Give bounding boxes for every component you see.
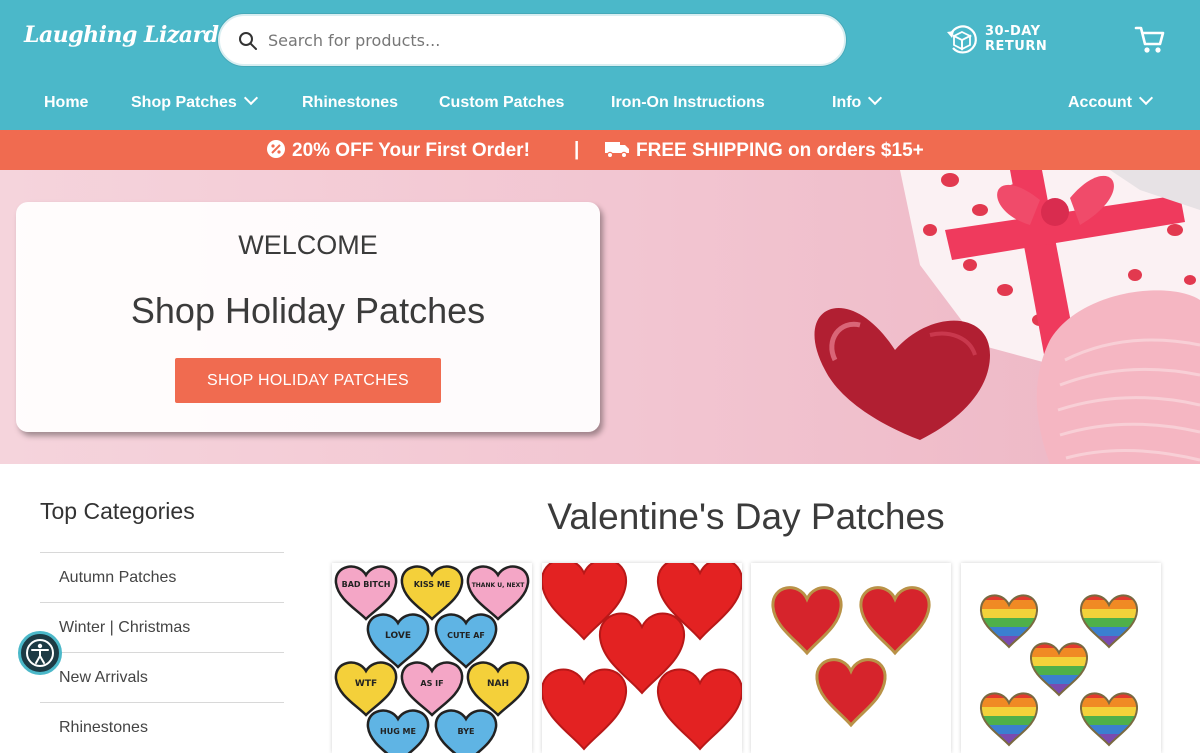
category-new-arrivals[interactable]: New Arrivals: [40, 652, 284, 702]
search-icon[interactable]: [238, 31, 258, 51]
product-card[interactable]: BAD BITCH KISS ME THANK U, NEXT LOVE CUT…: [332, 563, 532, 753]
return-policy-badge[interactable]: 30-DAY RETURN: [945, 22, 1047, 58]
return-policy-text: 30-DAY RETURN: [985, 24, 1047, 54]
returns-line-2: RETURN: [985, 39, 1048, 54]
nav-iron-on-instructions[interactable]: Iron-On Instructions: [611, 94, 765, 112]
nav-rhinestones[interactable]: Rhinestones: [302, 94, 398, 112]
search-input[interactable]: [268, 16, 828, 64]
nav-custom-patches-label: Custom Patches: [439, 94, 565, 111]
chevron-down-icon: [243, 90, 258, 106]
candy-heart-label: THANK U, NEXT: [472, 582, 526, 589]
product-card[interactable]: [961, 563, 1161, 753]
nav-account[interactable]: Account: [1068, 90, 1154, 112]
nav-home[interactable]: Home: [44, 94, 88, 112]
top-categories-title: Top Categories: [40, 498, 195, 524]
nav-info-label: Info: [832, 94, 862, 111]
chevron-down-icon: [1138, 90, 1154, 106]
accessibility-icon: [26, 639, 54, 667]
candy-heart-label: BAD BITCH: [342, 580, 391, 589]
product-card[interactable]: [751, 563, 951, 753]
candy-heart-label: LOVE: [385, 631, 411, 641]
nav-shop-patches[interactable]: Shop Patches: [131, 90, 258, 112]
rainbow-heart-patches-image: [961, 563, 1161, 753]
promo-offer[interactable]: 20% OFF Your First Order!: [266, 139, 530, 162]
nav-rhinestones-label: Rhinestones: [302, 94, 399, 111]
nav-custom-patches[interactable]: Custom Patches: [439, 94, 564, 112]
promo-shipping-text: FREE SHIPPING on orders $15+: [636, 140, 924, 161]
candy-heart-label: HUG ME: [380, 727, 416, 736]
search-bar[interactable]: [218, 14, 846, 66]
product-card[interactable]: [542, 563, 742, 753]
candy-heart-label: AS IF: [420, 679, 443, 688]
nav-info[interactable]: Info: [832, 90, 883, 112]
promo-offer-text: 20% OFF Your First Order!: [292, 140, 530, 161]
category-list: Autumn Patches Winter | Christmas New Ar…: [40, 552, 284, 752]
valentine-gift-image: [814, 170, 1200, 464]
candy-heart-label: CUTE AF: [447, 631, 485, 640]
shop-holiday-patches-button[interactable]: SHOP HOLIDAY PATCHES: [175, 358, 441, 403]
promo-shipping[interactable]: FREE SHIPPING on orders $15+: [604, 139, 924, 162]
returns-line-1: 30-DAY: [985, 24, 1041, 39]
nav-iron-on-label: Iron-On Instructions: [611, 94, 765, 111]
accessibility-button[interactable]: [18, 631, 62, 675]
section-title: Valentine's Day Patches: [547, 496, 945, 537]
category-winter-christmas[interactable]: Winter | Christmas: [40, 602, 284, 652]
hero-card: WELCOME Shop Holiday Patches SHOP HOLIDA…: [16, 202, 600, 432]
return-box-icon: [947, 25, 977, 54]
chevron-down-icon: [868, 90, 883, 106]
candy-heart-label: WTF: [355, 679, 377, 689]
site-logo[interactable]: Laughing Lizards: [24, 22, 231, 48]
nav-shop-patches-label: Shop Patches: [131, 94, 237, 111]
candy-heart-label: BYE: [458, 727, 475, 736]
candy-heart-label: NAH: [487, 679, 509, 689]
hero-title: Shop Holiday Patches: [130, 290, 486, 331]
hero-banner: WELCOME Shop Holiday Patches SHOP HOLIDA…: [0, 170, 1200, 464]
nav-home-label: Home: [44, 94, 89, 111]
truck-icon: [605, 142, 629, 159]
candy-heart-patches-image: BAD BITCH KISS ME THANK U, NEXT LOVE CUT…: [334, 565, 530, 753]
candy-heart-label: KISS ME: [414, 580, 451, 589]
category-rhinestones[interactable]: Rhinestones: [40, 702, 284, 752]
promo-banner: 20% OFF Your First Order! | FREE SHIPPIN…: [0, 130, 1200, 170]
red-gold-heart-patches-image: [771, 586, 931, 727]
main-nav: Home Shop Patches Rhinestones Custom Pat…: [0, 84, 1200, 124]
hero-welcome: WELCOME: [238, 230, 378, 260]
cart-icon[interactable]: [1134, 25, 1166, 55]
red-heart-patches-image: [542, 563, 742, 750]
nav-account-label: Account: [1068, 94, 1132, 111]
discount-badge-icon: [267, 140, 285, 158]
promo-separator: |: [574, 139, 580, 160]
site-header: Laughing Lizards 30-DAY RETURN Home Shop…: [0, 0, 1200, 130]
category-autumn-patches[interactable]: Autumn Patches: [40, 552, 284, 602]
